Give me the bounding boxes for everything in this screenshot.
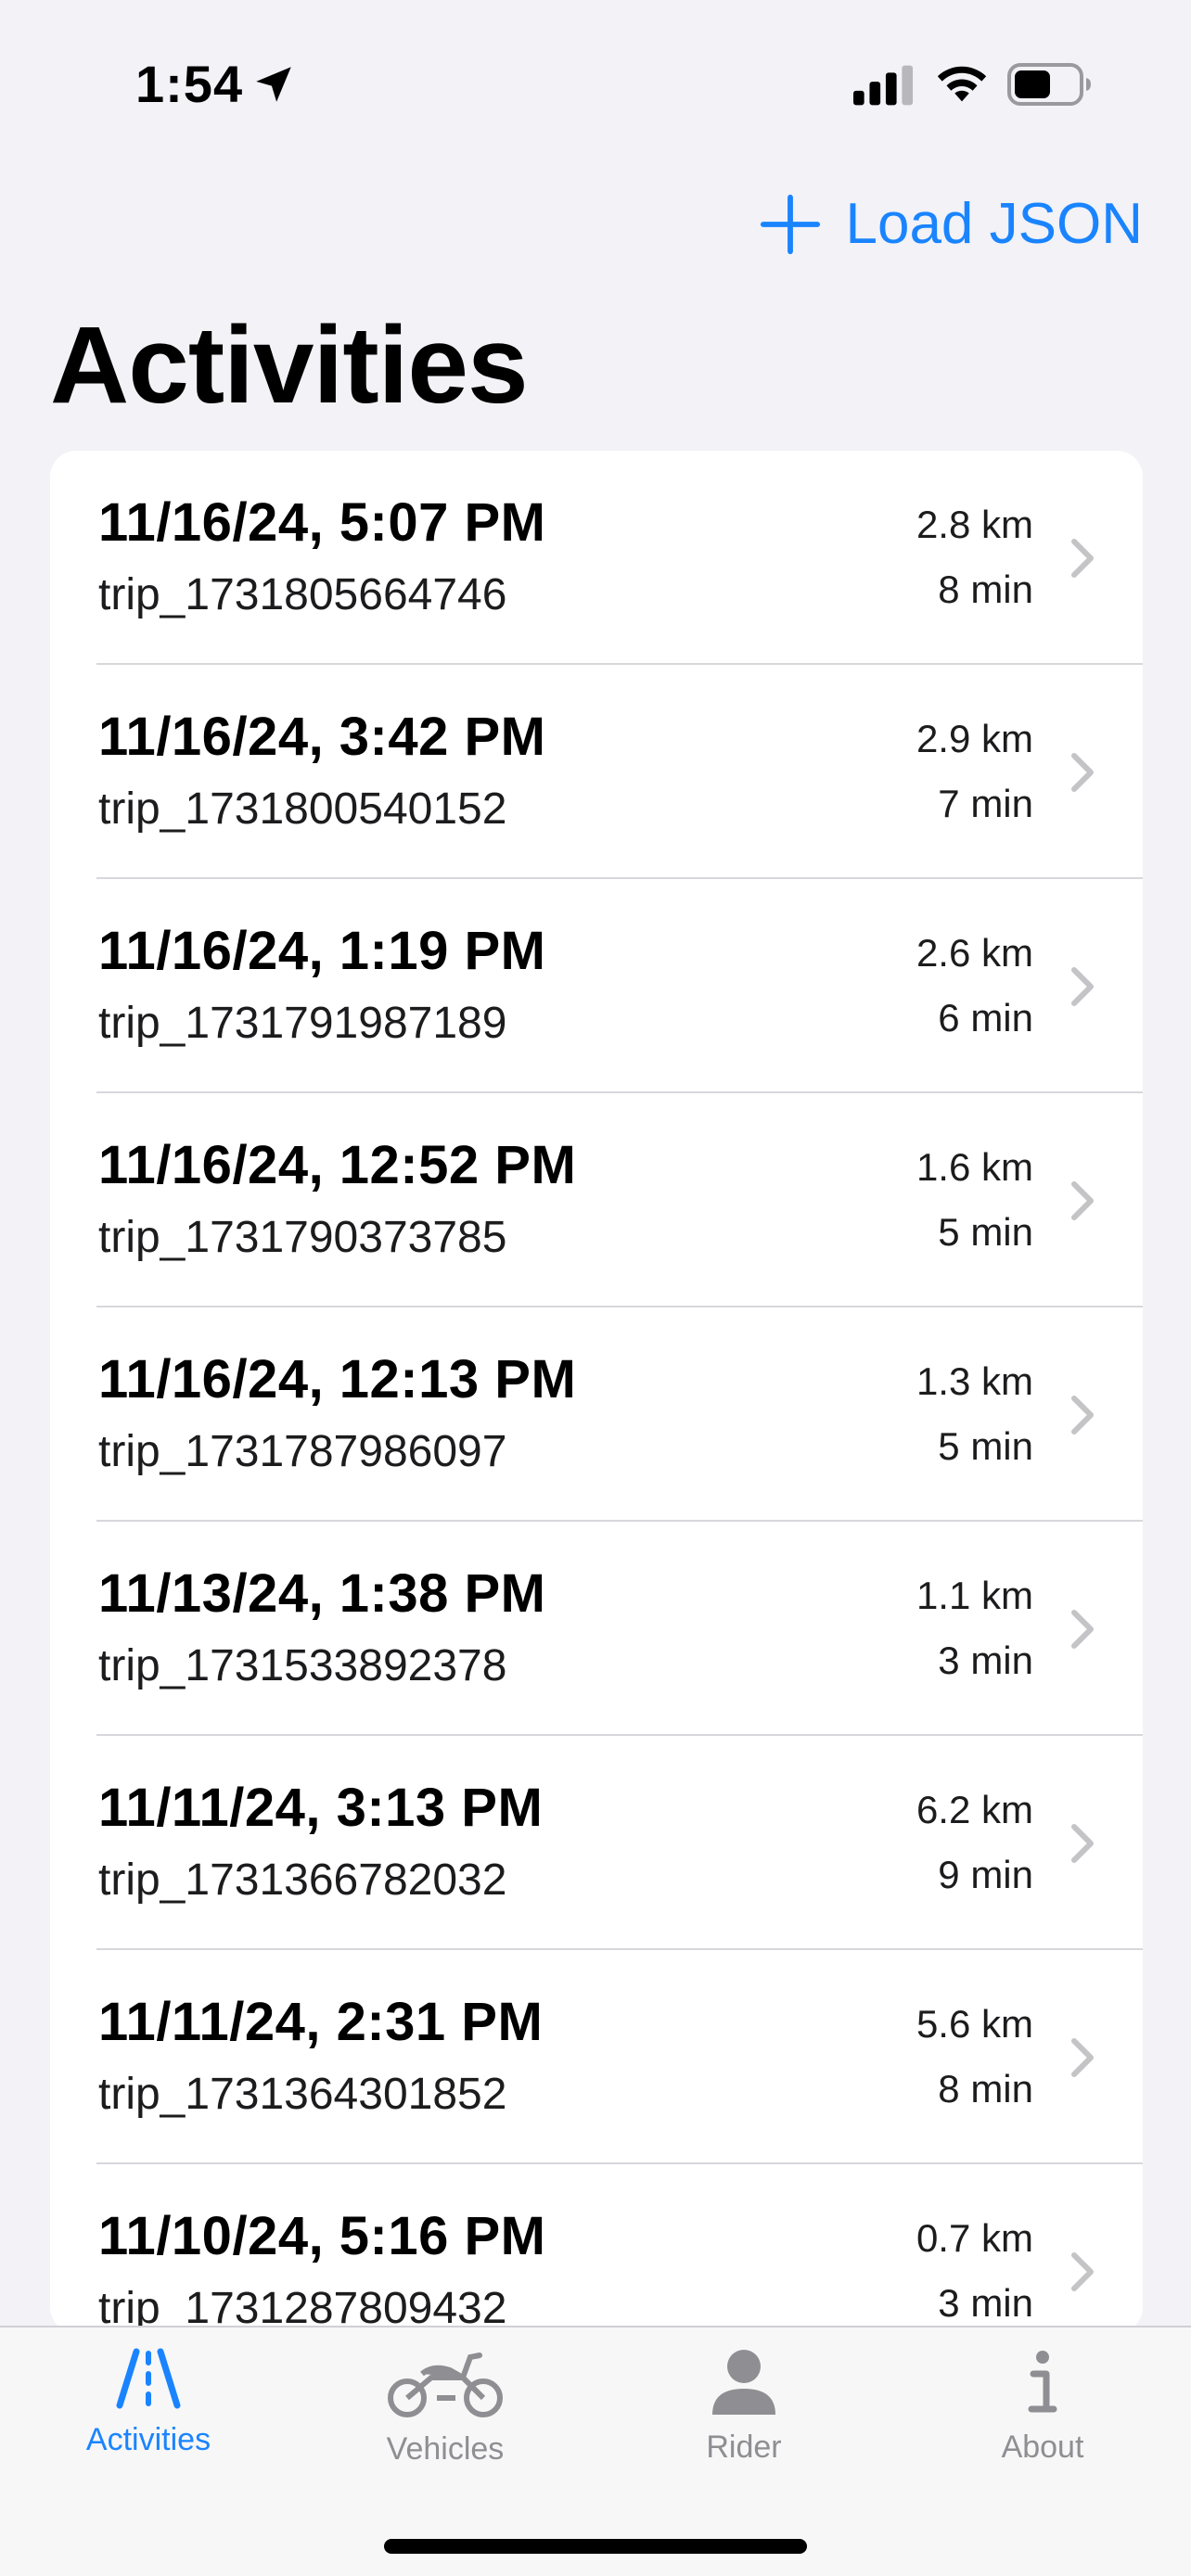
person-icon [712, 2350, 775, 2415]
activity-duration: 6 min [938, 996, 1033, 1039]
tab-rider[interactable]: Rider [633, 2346, 855, 2466]
activity-id: trip_1731533892378 [98, 1641, 507, 1690]
activity-date: 11/16/24, 5:07 PM [98, 492, 546, 553]
activity-duration: 5 min [938, 1424, 1033, 1468]
chevron-right-icon [1071, 1610, 1094, 1649]
tab-activities[interactable]: Activities [37, 2346, 260, 2458]
chevron-right-icon [1071, 967, 1094, 1006]
tab-label: Activities [85, 2422, 211, 2457]
status-time: 1:54 [135, 55, 244, 113]
activity-duration: 9 min [938, 1853, 1033, 1896]
activity-list: 11/16/24, 5:07 PM trip_1731805664746 2.8… [50, 451, 1143, 2333]
activity-distance: 6.2 km [916, 1788, 1033, 1831]
activity-duration: 3 min [938, 1639, 1033, 1682]
load-json-button[interactable]: Load JSON [758, 191, 1143, 257]
wifi-icon [937, 66, 987, 102]
chevron-right-icon [1071, 1181, 1094, 1220]
activity-duration: 8 min [938, 567, 1033, 611]
activity-duration: 5 min [938, 1210, 1033, 1254]
motorcycle-icon [388, 2353, 503, 2417]
tab-label: Vehicles [386, 2431, 505, 2467]
chevron-right-icon [1071, 2038, 1094, 2077]
activity-row[interactable]: 11/11/24, 2:31 PM trip_1731364301852 5.6… [50, 1950, 1143, 2164]
chevron-right-icon [1071, 753, 1094, 792]
info-icon [1028, 2351, 1057, 2413]
activity-date: 11/13/24, 1:38 PM [98, 1563, 546, 1624]
activity-duration: 7 min [938, 782, 1033, 825]
chevron-right-icon [1071, 1824, 1094, 1863]
activity-distance: 5.6 km [916, 2002, 1033, 2046]
chevron-right-icon [1071, 2252, 1094, 2291]
tab-label: About [1001, 2429, 1084, 2465]
activity-date: 11/11/24, 2:31 PM [98, 1992, 544, 2052]
activity-duration: 3 min [938, 2281, 1033, 2325]
activity-id: trip_1731791987189 [98, 999, 507, 1048]
activity-id: trip_1731364301852 [98, 2070, 507, 2119]
status-bar: 1:54 [0, 0, 1191, 167]
tab-about[interactable]: About [931, 2346, 1154, 2466]
activities-road-icon [116, 2348, 181, 2409]
tab-label: Rider [706, 2429, 782, 2465]
home-indicator [384, 2539, 807, 2554]
activity-row[interactable]: 11/16/24, 1:19 PM trip_1731791987189 2.6… [50, 879, 1143, 1093]
activity-date: 11/11/24, 3:13 PM [98, 1778, 544, 1838]
load-json-label: Load JSON [845, 192, 1143, 256]
chevron-right-icon [1071, 1396, 1094, 1435]
activity-duration: 8 min [938, 2067, 1033, 2111]
activity-id: trip_1731790373785 [98, 1213, 507, 1262]
activity-distance: 2.6 km [916, 931, 1033, 975]
activity-distance: 1.1 km [916, 1574, 1033, 1617]
activity-distance: 2.9 km [916, 717, 1033, 760]
activity-date: 11/16/24, 1:19 PM [98, 921, 546, 981]
activity-row[interactable]: 11/13/24, 1:38 PM trip_1731533892378 1.1… [50, 1522, 1143, 1736]
activity-id: trip_1731787986097 [98, 1427, 507, 1476]
activity-distance: 1.3 km [916, 1359, 1033, 1403]
tab-vehicles[interactable]: Vehicles [334, 2346, 557, 2468]
activity-date: 11/16/24, 12:52 PM [98, 1135, 577, 1195]
activity-row[interactable]: 11/11/24, 3:13 PM trip_1731366782032 6.2… [50, 1736, 1143, 1950]
page-title: Activities [50, 304, 529, 427]
activity-distance: 1.6 km [916, 1145, 1033, 1189]
location-arrow-icon [256, 67, 291, 102]
activity-row[interactable]: 11/16/24, 3:42 PM trip_1731800540152 2.9… [50, 665, 1143, 879]
activity-row[interactable]: 11/16/24, 5:07 PM trip_1731805664746 2.8… [50, 451, 1143, 665]
activity-date: 11/16/24, 3:42 PM [98, 707, 546, 767]
activity-row[interactable]: 11/10/24, 5:16 PM trip_1731287809432 0.7… [50, 2164, 1143, 2333]
activity-distance: 2.8 km [916, 503, 1033, 546]
activity-distance: 0.7 km [916, 2216, 1033, 2260]
activity-date: 11/16/24, 12:13 PM [98, 1349, 577, 1409]
battery-icon [1007, 63, 1091, 106]
activity-row[interactable]: 11/16/24, 12:13 PM trip_1731787986097 1.… [50, 1307, 1143, 1522]
activity-id: trip_1731800540152 [98, 784, 507, 834]
activity-id: trip_1731366782032 [98, 1855, 507, 1905]
plus-icon [761, 194, 821, 254]
cellular-signal-icon [853, 65, 914, 106]
activity-row[interactable]: 11/16/24, 12:52 PM trip_1731790373785 1.… [50, 1093, 1143, 1307]
activity-id: trip_1731805664746 [98, 570, 507, 619]
chevron-right-icon [1071, 539, 1094, 578]
activity-date: 11/10/24, 5:16 PM [98, 2206, 546, 2266]
